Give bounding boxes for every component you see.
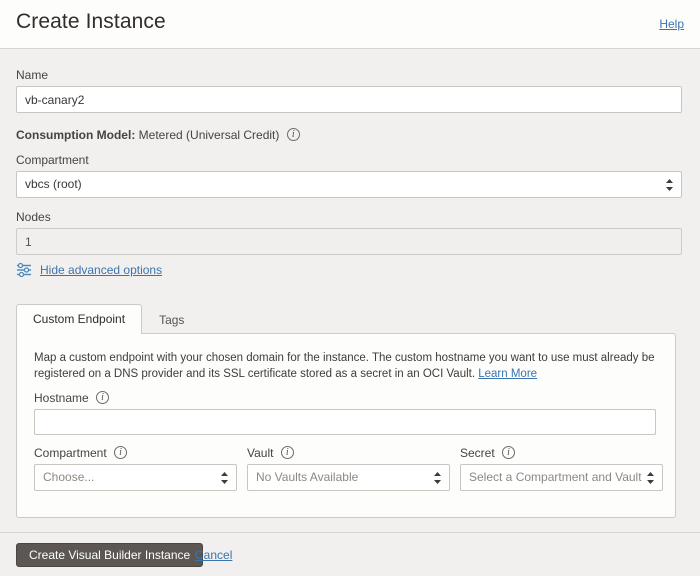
action-bar: Create Visual Builder Instance Cancel: [0, 532, 700, 576]
custom-endpoint-description: Map a custom endpoint with your chosen d…: [34, 350, 656, 382]
compartment-field-group: Compartment vbcs (root): [16, 153, 682, 198]
compartment-select[interactable]: vbcs (root): [16, 171, 682, 198]
custom-endpoint-panel: Map a custom endpoint with your chosen d…: [16, 333, 676, 518]
hostname-label: Hostname: [34, 391, 89, 405]
hide-advanced-options-toggle[interactable]: Hide advanced options: [16, 262, 162, 278]
endpoint-secret-label: Secret: [460, 446, 495, 460]
page-header: Create Instance Help: [0, 0, 700, 49]
tab-bar: Custom Endpoint Tags: [16, 304, 201, 335]
info-icon[interactable]: [96, 391, 110, 404]
endpoint-compartment-label-wrap: Compartment: [34, 446, 237, 460]
learn-more-link[interactable]: Learn More: [478, 368, 537, 380]
name-input[interactable]: [16, 86, 682, 113]
endpoint-compartment-label: Compartment: [34, 446, 107, 460]
endpoint-compartment-group: Compartment Choose...: [34, 446, 237, 491]
info-icon[interactable]: [286, 128, 300, 141]
hostname-label-wrap: Hostname: [34, 391, 656, 405]
custom-endpoint-description-text: Map a custom endpoint with your chosen d…: [34, 352, 655, 380]
endpoint-compartment-select-value[interactable]: Choose...: [34, 464, 237, 491]
info-icon[interactable]: [280, 446, 294, 459]
endpoint-vault-group: Vault No Vaults Available: [247, 446, 450, 491]
compartment-select-value[interactable]: vbcs (root): [16, 171, 682, 198]
nodes-input: [16, 228, 682, 255]
page-title: Create Instance: [16, 10, 166, 33]
consumption-model-row: Consumption Model: Metered (Universal Cr…: [16, 128, 300, 142]
tab-tags[interactable]: Tags: [142, 306, 201, 334]
compartment-label: Compartment: [16, 153, 89, 167]
secret-selection-row: Compartment Choose... Vault: [34, 446, 664, 491]
hostname-input[interactable]: [34, 409, 656, 435]
consumption-model-value: Metered (Universal Credit): [138, 128, 280, 142]
info-icon[interactable]: [502, 446, 516, 459]
endpoint-vault-label: Vault: [247, 446, 274, 460]
endpoint-vault-select[interactable]: No Vaults Available: [247, 464, 450, 491]
endpoint-vault-select-value[interactable]: No Vaults Available: [247, 464, 450, 491]
consumption-model-label: Consumption Model:: [16, 128, 136, 142]
endpoint-secret-group: Secret Select a Compartment and Vault: [460, 446, 663, 491]
cancel-link[interactable]: Cancel: [195, 548, 232, 562]
endpoint-secret-label-wrap: Secret: [460, 446, 663, 460]
name-label: Name: [16, 68, 49, 82]
tab-custom-endpoint[interactable]: Custom Endpoint: [16, 304, 143, 335]
endpoint-secret-select[interactable]: Select a Compartment and Vault: [460, 464, 663, 491]
endpoint-compartment-select[interactable]: Choose...: [34, 464, 237, 491]
create-visual-builder-instance-button[interactable]: Create Visual Builder Instance: [16, 543, 204, 567]
help-link[interactable]: Help: [659, 17, 684, 31]
endpoint-secret-select-value[interactable]: Select a Compartment and Vault: [460, 464, 663, 491]
hostname-field-group: Hostname: [34, 391, 656, 435]
name-field-group: Name: [16, 68, 682, 113]
nodes-field-group: Nodes: [16, 210, 682, 255]
hide-advanced-options-label[interactable]: Hide advanced options: [40, 263, 162, 277]
create-instance-page: Create Instance Help Name Consumption Mo…: [0, 0, 700, 576]
info-icon[interactable]: [114, 446, 128, 459]
endpoint-vault-label-wrap: Vault: [247, 446, 450, 460]
sliders-icon: [16, 262, 32, 278]
nodes-label: Nodes: [16, 210, 51, 224]
